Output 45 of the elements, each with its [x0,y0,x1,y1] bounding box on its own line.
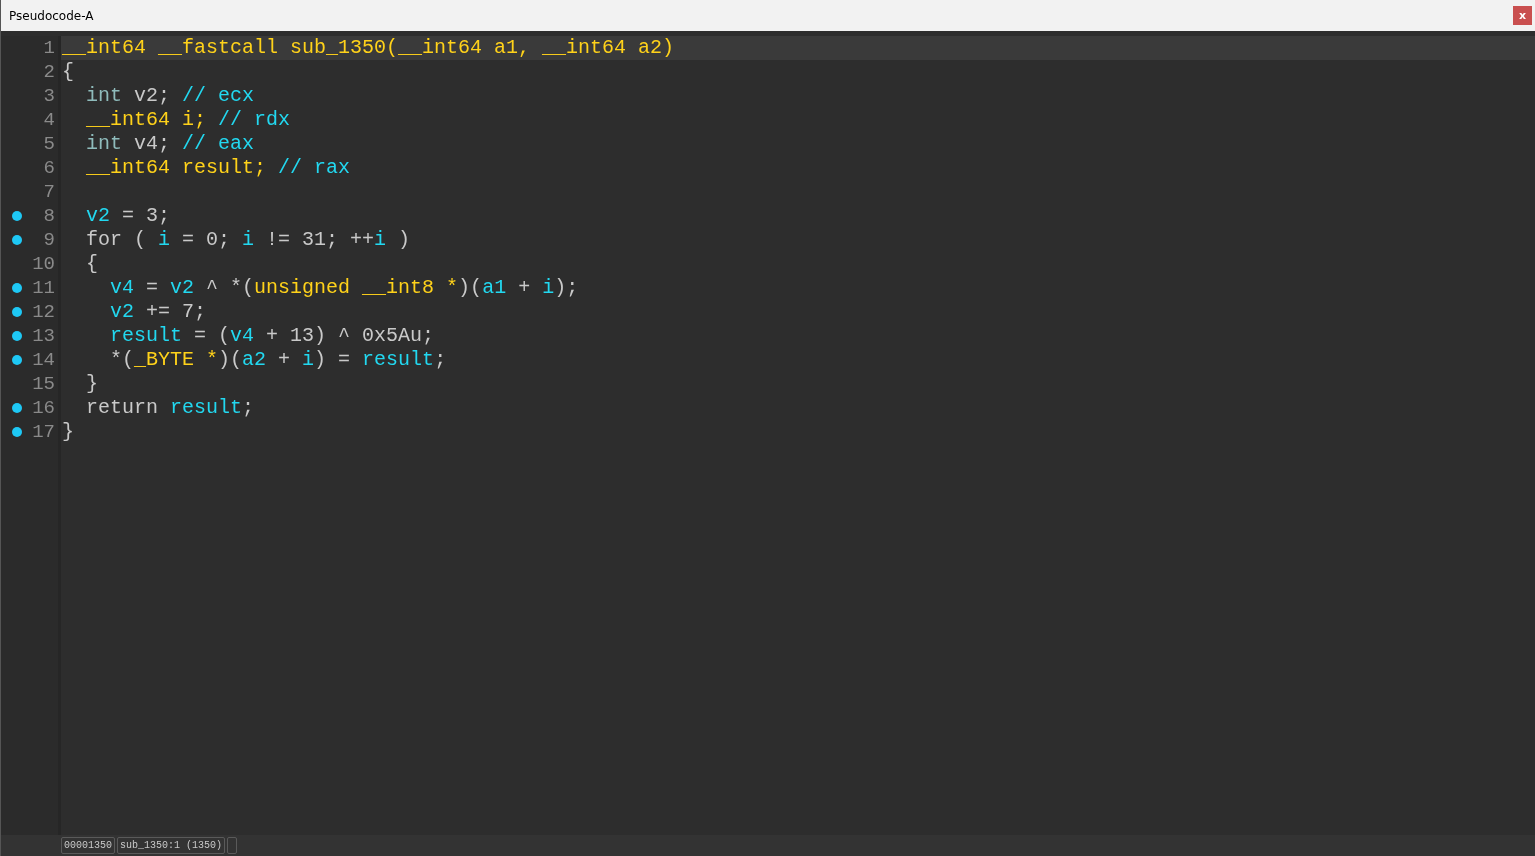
status-field: 00001350 [61,837,115,854]
breakpoint-dot[interactable] [12,235,22,245]
line-number: 8 [42,205,56,227]
code-line: { [85,252,99,276]
code-line: } [85,372,99,396]
breakpoint-dot[interactable] [12,355,22,365]
code-line: v2 = 3; [85,204,172,228]
code-line: } [61,420,75,444]
code-line: { [61,60,75,84]
line-number: 15 [31,373,56,395]
line-number: 10 [31,253,56,275]
line-number: 1 [42,37,56,59]
line-number: 7 [42,181,56,203]
line-number: 5 [42,133,56,155]
breakpoint-dot[interactable] [12,403,22,413]
line-number: 2 [42,61,56,83]
line-number: 14 [31,349,56,371]
code-line: *(_BYTE *)(a2 + i) = result; [109,348,448,372]
breakpoint-dot[interactable] [12,307,22,317]
code-line: for ( i = 0; i != 31; ++i ) [85,228,412,252]
status-field [227,837,238,854]
breakpoint-dot[interactable] [12,283,22,293]
line-number: 12 [31,301,56,323]
close-button[interactable]: x [1513,6,1532,25]
breakpoint-dot[interactable] [12,427,22,437]
line-number: 3 [42,85,56,107]
breakpoint-dot[interactable] [12,211,22,221]
status-field: sub_1350:1 (1350) [117,837,226,854]
line-number: 4 [42,109,56,131]
line-number: 9 [42,229,56,251]
line-number: 16 [31,397,56,419]
code-line: __int64 result; // rax [85,156,352,180]
code-line: int v2; // ecx [85,84,256,108]
code-line: __int64 i; // rdx [85,108,292,132]
window-title: Pseudocode-A [9,8,94,23]
code-line: v2 += 7; [109,300,208,324]
line-number: 17 [31,421,56,443]
code-line: return result; [85,396,256,420]
line-number: 11 [31,277,56,299]
code-line: result = (v4 + 13) ^ 0x5Au; [109,324,436,348]
breakpoint-dot[interactable] [12,331,22,341]
code-line: v4 = v2 ^ *(unsigned __int8 *)(a1 + i); [109,276,580,300]
code-line: int v4; // eax [85,132,256,156]
line-number: 6 [42,157,56,179]
line-number: 13 [31,325,56,347]
